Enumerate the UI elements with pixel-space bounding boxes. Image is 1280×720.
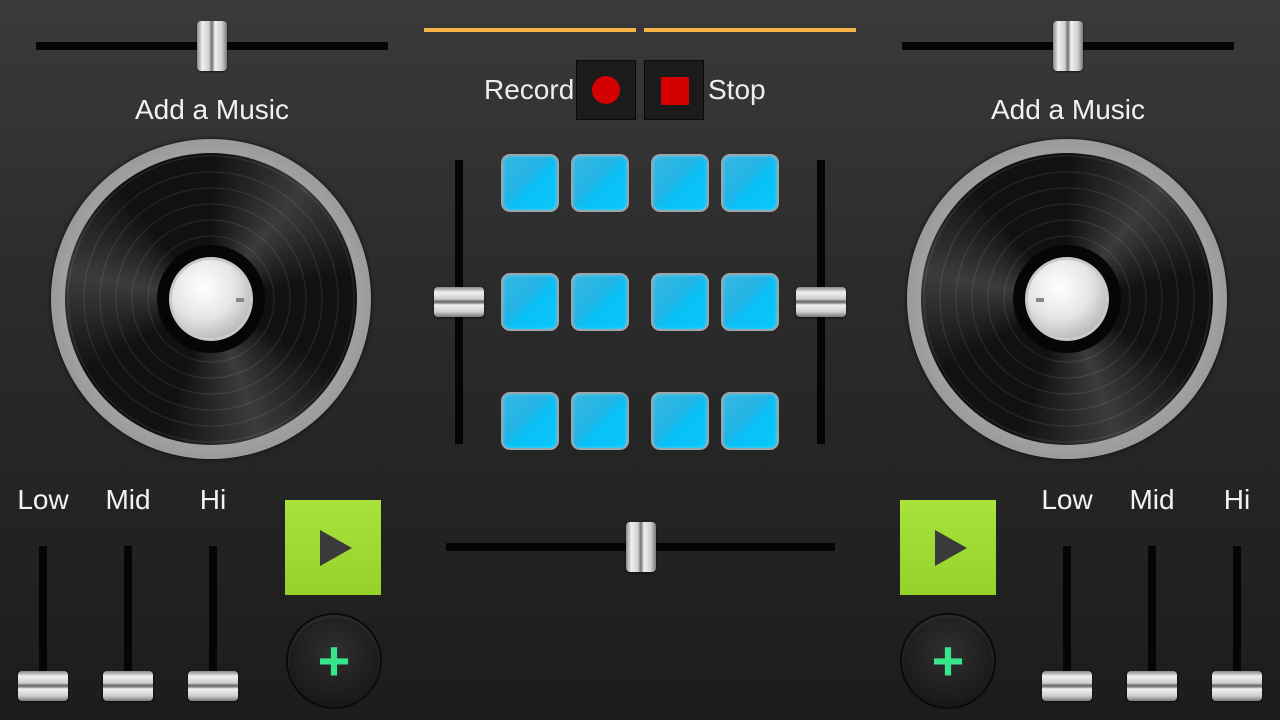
sample-pad-12[interactable] [721, 392, 779, 450]
sample-pad-4[interactable] [721, 154, 779, 212]
sample-pad-5[interactable] [501, 273, 559, 331]
left-eq-hi-thumb[interactable] [188, 671, 238, 701]
sample-pad-1[interactable] [501, 154, 559, 212]
left-turntable-knob [169, 257, 253, 341]
stop-label: Stop [708, 74, 766, 105]
plus-icon: + [931, 629, 965, 692]
right-pitch-slider-thumb[interactable] [796, 287, 846, 317]
sample-pad-9[interactable] [501, 392, 559, 450]
right-eq-low-label: Low [1041, 484, 1093, 515]
sample-pad-11[interactable] [651, 392, 709, 450]
play-icon [320, 530, 352, 566]
right-level-bar [644, 28, 856, 32]
record-label: Record [484, 74, 575, 105]
left-level-bar [424, 28, 636, 32]
record-button[interactable] [576, 60, 636, 120]
sample-pad-10[interactable] [571, 392, 629, 450]
left-eq-low-label: Low [17, 484, 69, 515]
sample-pad-6[interactable] [571, 273, 629, 331]
right-eq-mid-thumb[interactable] [1127, 671, 1177, 701]
right-turntable-knob [1025, 257, 1109, 341]
right-eq-low-thumb[interactable] [1042, 671, 1092, 701]
right-eq-low-track[interactable] [1063, 546, 1071, 686]
left-eq-low-track[interactable] [39, 546, 47, 686]
left-eq-low-thumb[interactable] [18, 671, 68, 701]
play-icon [935, 530, 967, 566]
left-eq-mid-label: Mid [105, 484, 151, 515]
left-eq-mid-thumb[interactable] [103, 671, 153, 701]
record-icon [592, 76, 620, 104]
right-add-music-button[interactable]: + [902, 615, 994, 707]
left-turntable[interactable] [51, 139, 371, 459]
right-eq-hi-track[interactable] [1233, 546, 1241, 686]
stop-icon [661, 77, 689, 105]
right-play-button[interactable] [900, 500, 996, 595]
stop-button[interactable] [644, 60, 704, 120]
right-eq-hi-thumb[interactable] [1212, 671, 1262, 701]
right-deck-title[interactable]: Add a Music [918, 94, 1218, 126]
sample-pad-2[interactable] [571, 154, 629, 212]
left-play-button[interactable] [285, 500, 381, 595]
sample-pad-8[interactable] [721, 273, 779, 331]
left-eq-mid-track[interactable] [124, 546, 132, 686]
left-pitch-slider-thumb[interactable] [434, 287, 484, 317]
right-eq-mid-track[interactable] [1148, 546, 1156, 686]
left-eq-hi-track[interactable] [209, 546, 217, 686]
left-volume-slider-thumb[interactable] [197, 21, 227, 71]
left-add-music-button[interactable]: + [288, 615, 380, 707]
sample-pad-7[interactable] [651, 273, 709, 331]
right-eq-hi-label: Hi [1223, 484, 1251, 515]
plus-icon: + [317, 629, 351, 692]
left-eq-hi-label: Hi [199, 484, 227, 515]
right-turntable[interactable] [907, 139, 1227, 459]
sample-pad-3[interactable] [651, 154, 709, 212]
right-volume-slider-thumb[interactable] [1053, 21, 1083, 71]
left-deck-title[interactable]: Add a Music [62, 94, 362, 126]
right-eq-mid-label: Mid [1129, 484, 1175, 515]
crossfader-thumb[interactable] [626, 522, 656, 572]
